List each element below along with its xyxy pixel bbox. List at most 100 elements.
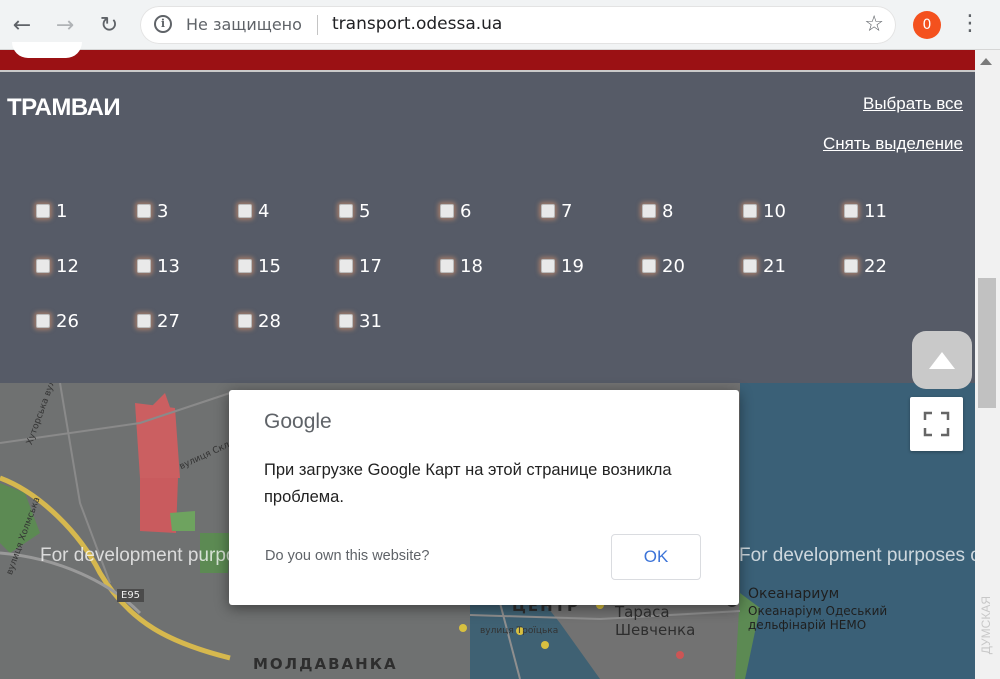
site-header (0, 42, 975, 70)
route-checkbox-6[interactable]: 6 (440, 199, 471, 223)
own-website-link[interactable]: Do you own this website? (265, 548, 429, 564)
map-fullscreen-button[interactable] (910, 397, 963, 451)
checkbox[interactable] (541, 204, 555, 218)
street-label-troitska: вулиця Троїцька (480, 626, 559, 636)
route-number: 5 (359, 200, 371, 222)
route-checkbox-27[interactable]: 27 (137, 309, 180, 333)
checkbox[interactable] (238, 259, 252, 273)
road-badge-e95: E95 (117, 589, 145, 602)
scrollbar-thumb[interactable] (978, 278, 996, 408)
route-checkbox-12[interactable]: 12 (36, 254, 79, 278)
checkbox[interactable] (743, 204, 757, 218)
route-number: 28 (258, 310, 281, 332)
route-number: 27 (157, 310, 180, 332)
route-number: 19 (561, 255, 584, 277)
route-number: 12 (56, 255, 79, 277)
route-number: 3 (157, 200, 169, 222)
checkbox[interactable] (844, 204, 858, 218)
checkbox[interactable] (339, 204, 353, 218)
place-label-oceanarium-sub: Океанаріум Одеський дельфінарій НЕМО (748, 604, 888, 632)
triangle-up-icon (929, 351, 955, 369)
kebab-menu-icon[interactable]: ⋮ (958, 11, 982, 39)
route-number: 15 (258, 255, 281, 277)
fullscreen-icon (923, 411, 950, 437)
checkbox[interactable] (743, 259, 757, 273)
checkbox[interactable] (36, 204, 50, 218)
route-checkbox-31[interactable]: 31 (339, 309, 382, 333)
route-checkbox-19[interactable]: 19 (541, 254, 584, 278)
checkbox[interactable] (440, 259, 454, 273)
route-checkbox-20[interactable]: 20 (642, 254, 685, 278)
checkbox[interactable] (844, 259, 858, 273)
checkbox[interactable] (238, 314, 252, 328)
checkbox[interactable] (137, 259, 151, 273)
checkbox[interactable] (642, 204, 656, 218)
route-checkbox-5[interactable]: 5 (339, 199, 370, 223)
deselect-link[interactable]: Снять выделение (823, 134, 963, 154)
watermark-text: ДУМСКАЯ (979, 596, 993, 655)
route-checkbox-10[interactable]: 10 (743, 199, 786, 223)
panel-title: ТРАМВАИ (7, 94, 121, 121)
district-label-moldavanka: МОЛДАВАНКА (253, 655, 398, 673)
checkbox[interactable] (238, 204, 252, 218)
route-checkbox-1[interactable]: 1 (36, 199, 67, 223)
address-bar[interactable]: i Не защищено transport.odessa.ua ☆ (140, 6, 896, 44)
route-checkbox-3[interactable]: 3 (137, 199, 168, 223)
site-logo[interactable] (12, 42, 82, 58)
route-checkbox-11[interactable]: 11 (844, 199, 887, 223)
checkbox[interactable] (339, 314, 353, 328)
route-number: 10 (763, 200, 786, 222)
checkbox[interactable] (36, 259, 50, 273)
route-number: 21 (763, 255, 786, 277)
tram-panel: ТРАМВАИ Выбрать все Снять выделение 1345… (0, 72, 975, 383)
back-arrow-icon[interactable]: ← (6, 9, 38, 41)
extension-badge-icon[interactable]: 0 (913, 11, 941, 39)
route-number: 22 (864, 255, 887, 277)
scroll-to-top-button[interactable] (912, 331, 972, 389)
ok-button[interactable]: OK (611, 534, 701, 580)
route-checkbox-18[interactable]: 18 (440, 254, 483, 278)
maps-error-dialog: Google При загрузке Google Карт на этой … (229, 390, 739, 605)
dialog-message: При загрузке Google Карт на этой страниц… (264, 461, 672, 506)
forward-arrow-icon[interactable]: → (49, 9, 81, 41)
map-dev-watermark-right: For development purposes only (739, 545, 975, 566)
route-number: 6 (460, 200, 472, 222)
route-checkbox-21[interactable]: 21 (743, 254, 786, 278)
checkbox[interactable] (339, 259, 353, 273)
route-checkbox-8[interactable]: 8 (642, 199, 673, 223)
route-number: 4 (258, 200, 270, 222)
place-label-shevchenko: Тараса Шевченка (615, 603, 696, 639)
url-text[interactable]: transport.odessa.ua (332, 14, 502, 34)
select-all-link[interactable]: Выбрать все (863, 94, 963, 114)
route-number: 26 (56, 310, 79, 332)
checkbox[interactable] (36, 314, 50, 328)
route-checkbox-22[interactable]: 22 (844, 254, 887, 278)
route-checkbox-13[interactable]: 13 (137, 254, 180, 278)
checkbox[interactable] (137, 314, 151, 328)
route-number: 1 (56, 200, 68, 222)
scroll-up-arrow-icon[interactable] (980, 58, 992, 65)
checkbox[interactable] (137, 204, 151, 218)
checkbox[interactable] (541, 259, 555, 273)
route-checkbox-7[interactable]: 7 (541, 199, 572, 223)
route-number: 31 (359, 310, 382, 332)
bookmark-star-icon[interactable]: ☆ (864, 12, 884, 37)
route-number: 8 (662, 200, 674, 222)
route-number: 17 (359, 255, 382, 277)
reload-icon[interactable]: ↻ (93, 9, 125, 41)
browser-toolbar: ← → ↻ i Не защищено transport.odessa.ua … (0, 0, 1000, 50)
checkbox[interactable] (642, 259, 656, 273)
route-checkbox-15[interactable]: 15 (238, 254, 281, 278)
route-number: 20 (662, 255, 685, 277)
omnibox-separator (317, 15, 318, 35)
checkbox[interactable] (440, 204, 454, 218)
route-checkbox-28[interactable]: 28 (238, 309, 281, 333)
route-checkbox-17[interactable]: 17 (339, 254, 382, 278)
security-label[interactable]: Не защищено (186, 15, 302, 34)
google-logo: Google (264, 410, 332, 433)
route-checkbox-26[interactable]: 26 (36, 309, 79, 333)
route-checkbox-4[interactable]: 4 (238, 199, 269, 223)
route-number: 11 (864, 200, 887, 222)
route-number: 18 (460, 255, 483, 277)
info-icon[interactable]: i (154, 15, 172, 33)
